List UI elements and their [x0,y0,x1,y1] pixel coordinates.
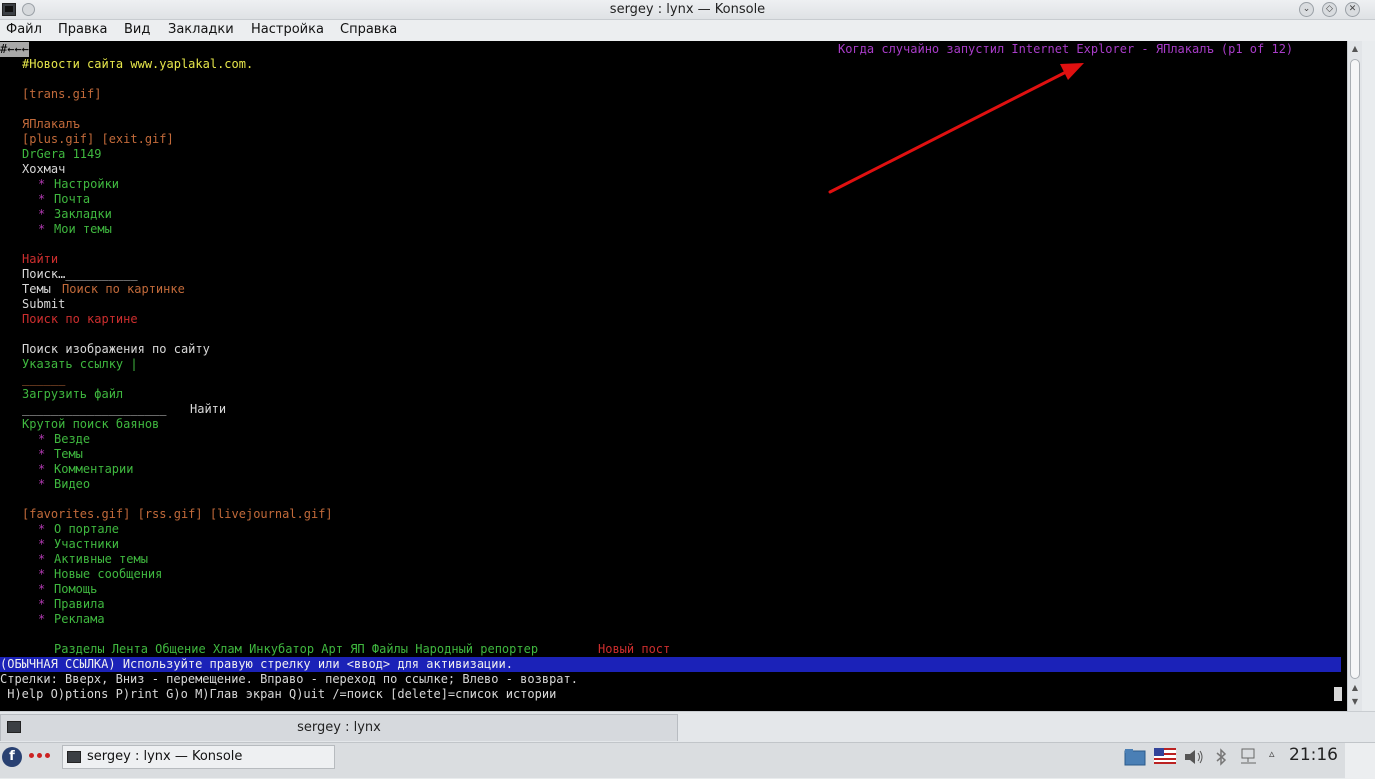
fedora-menu-icon[interactable]: f [2,747,22,767]
terminal-icon [67,751,81,763]
us-flag-icon[interactable] [1154,748,1176,766]
volume-icon[interactable] [1183,748,1205,766]
taskbar: f sergey : lynx — Konsole ▵ 21:16 [0,742,1375,779]
annotation-arrow [828,63,1084,194]
show-desktop-button[interactable] [1345,743,1375,779]
tab-label: sergey : lynx [297,720,381,735]
clock[interactable]: 21:16 [1289,745,1338,765]
tab-sergey-lynx[interactable]: sergey : lynx [0,714,678,741]
task-label: sergey : lynx — Konsole [87,749,243,764]
activity-icon[interactable] [29,753,51,759]
tray-expand-icon[interactable]: ▵ [1269,747,1275,760]
tab-bar: sergey : lynx [0,711,1375,742]
folder-icon[interactable] [1124,748,1146,766]
task-konsole[interactable]: sergey : lynx — Konsole [62,745,335,769]
network-icon[interactable] [1238,748,1260,766]
bluetooth-icon[interactable] [1214,748,1228,766]
